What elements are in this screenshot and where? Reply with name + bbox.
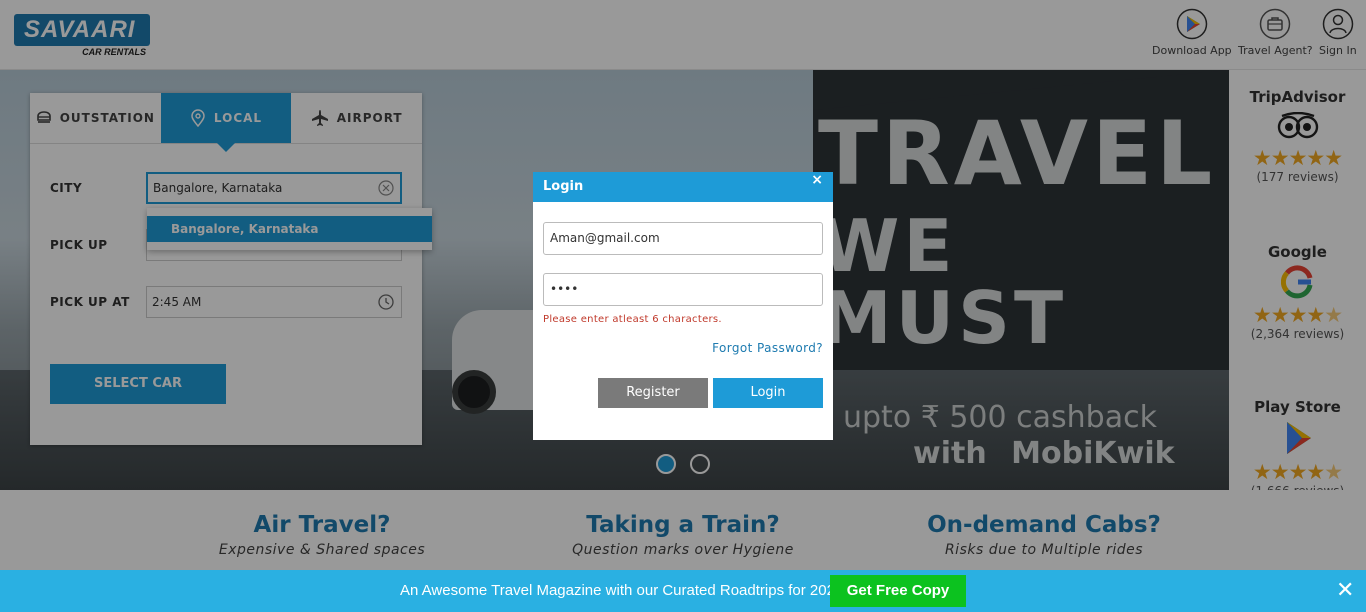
login-modal-header: Login ×: [533, 172, 833, 202]
register-button[interactable]: Register: [598, 378, 708, 408]
close-icon[interactable]: ×: [811, 172, 823, 188]
forgot-password-link[interactable]: Forgot Password?: [712, 341, 823, 355]
close-icon[interactable]: ✕: [1336, 580, 1354, 602]
get-free-copy-button[interactable]: Get Free Copy: [830, 575, 966, 607]
password-error: Please enter atleast 6 characters.: [543, 314, 722, 325]
promo-text: An Awesome Travel Magazine with our Cura…: [400, 582, 844, 599]
login-modal: Login × Aman@gmail.com •••• Please enter…: [533, 172, 833, 440]
password-field[interactable]: ••••: [543, 273, 823, 306]
login-button[interactable]: Login: [713, 378, 823, 408]
login-modal-title: Login: [543, 179, 584, 194]
email-field[interactable]: Aman@gmail.com: [543, 222, 823, 255]
promo-bar: An Awesome Travel Magazine with our Cura…: [0, 570, 1366, 612]
